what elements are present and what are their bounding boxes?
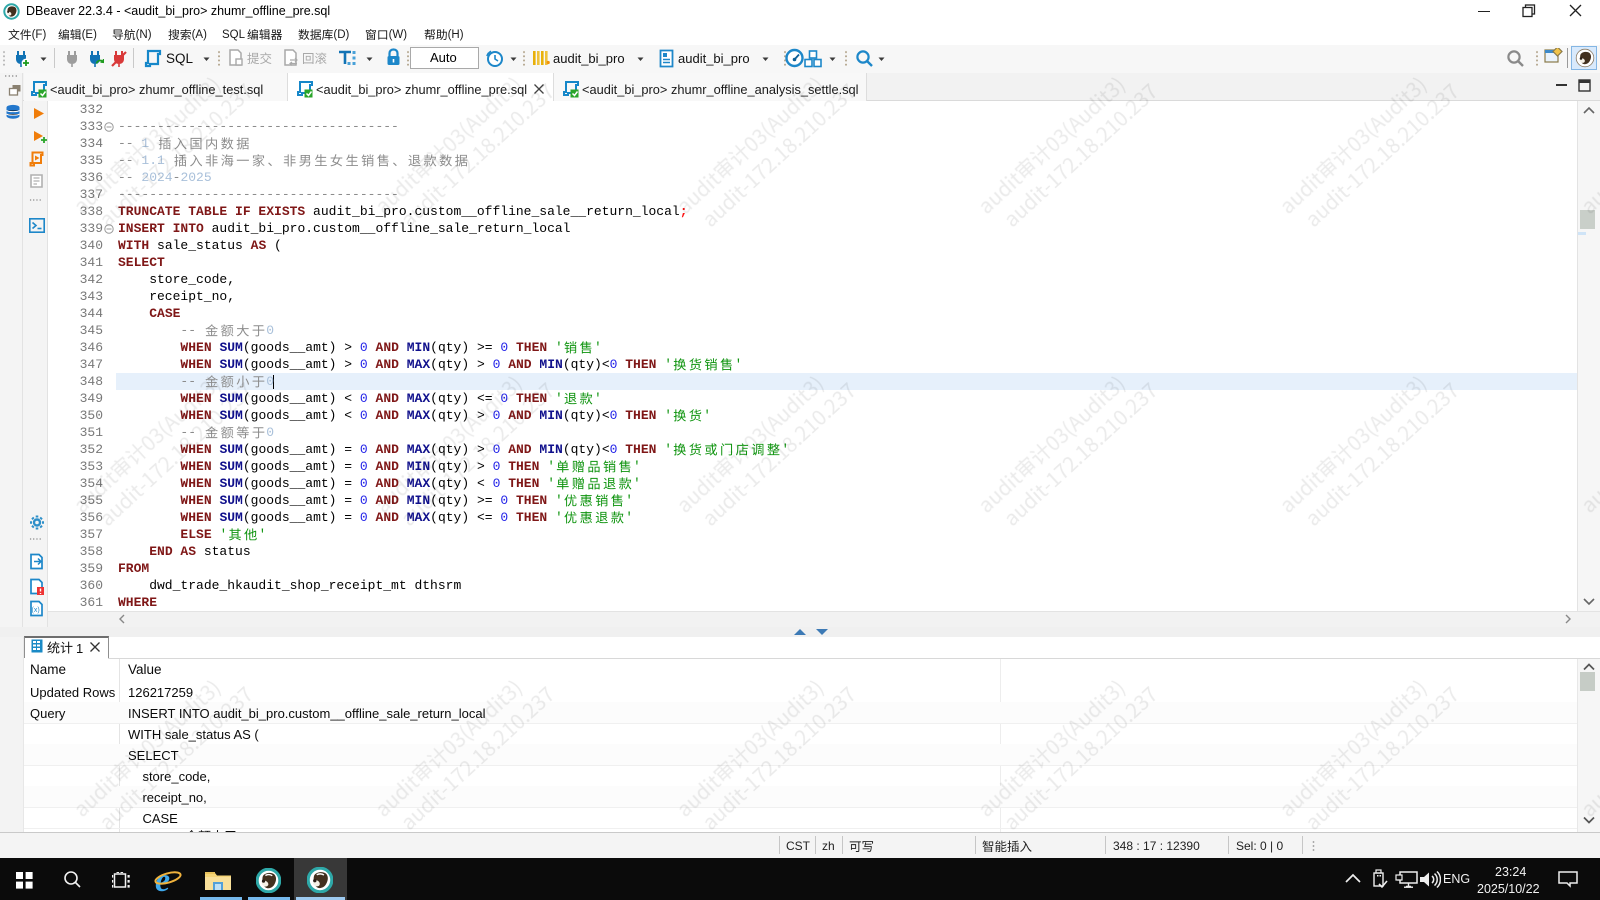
svg-text:(x): (x) xyxy=(32,607,40,614)
